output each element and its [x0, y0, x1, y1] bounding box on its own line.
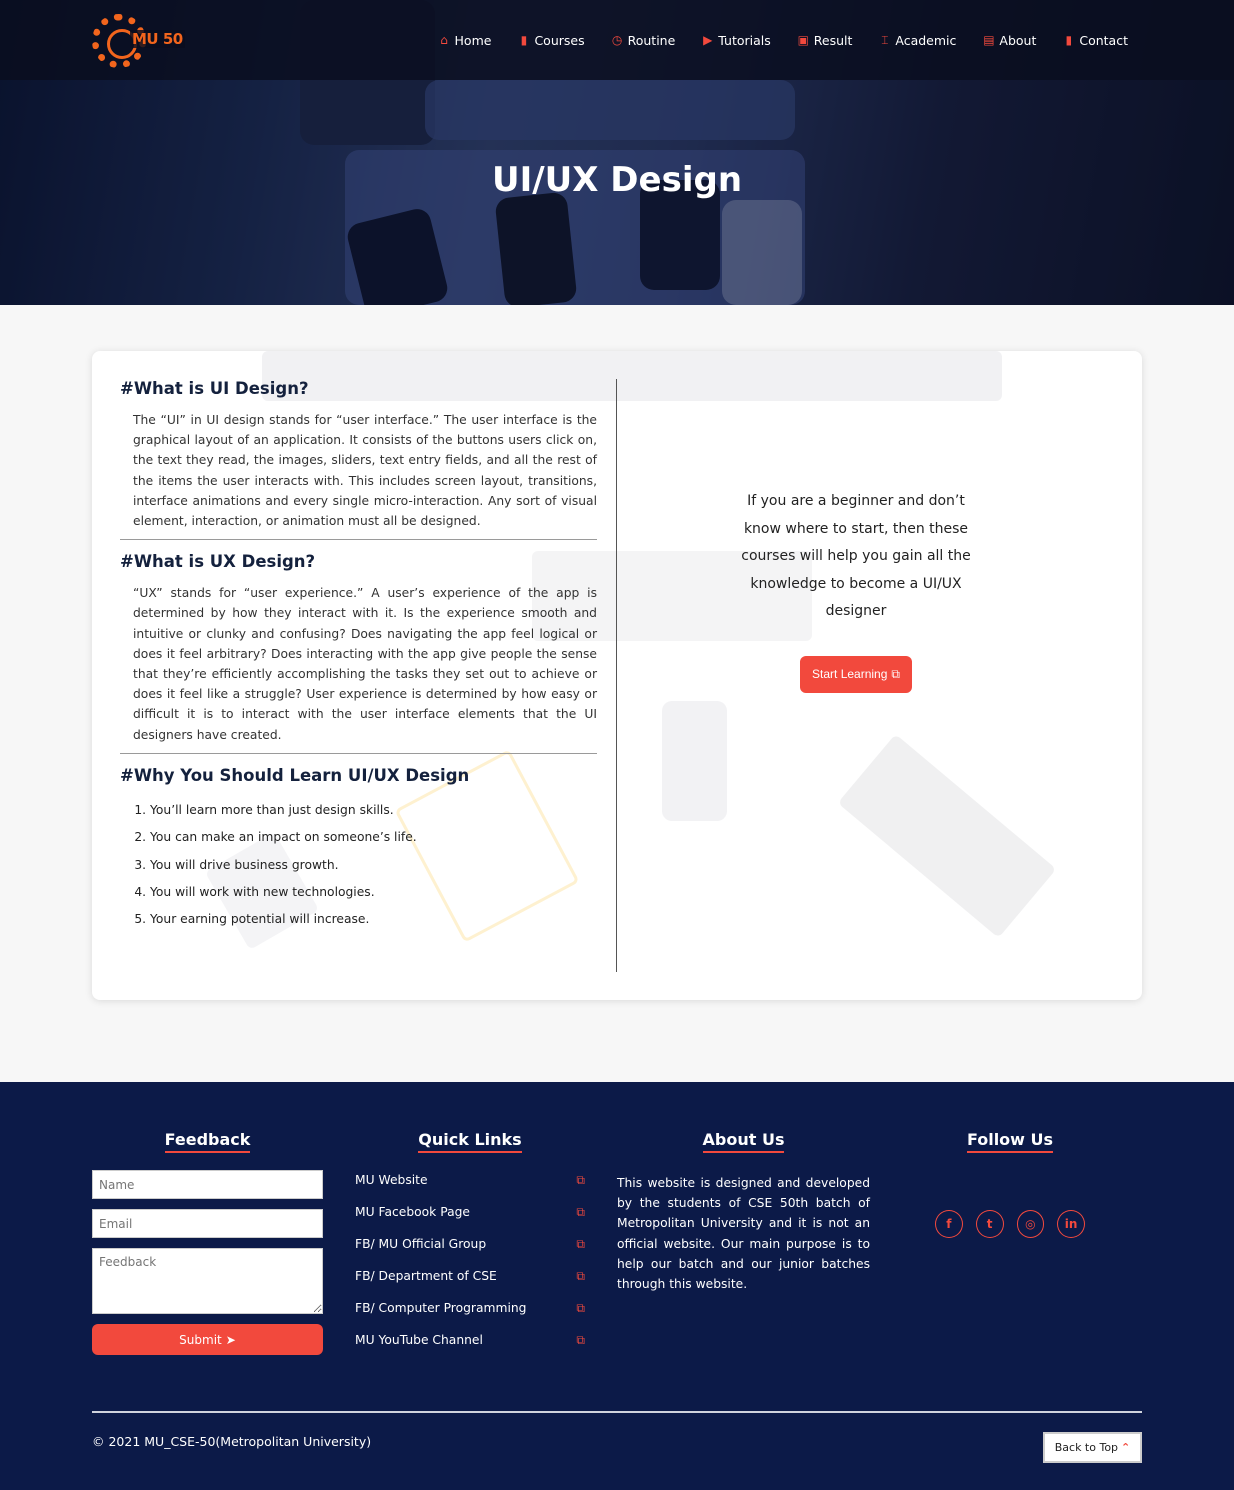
logo-text: MU 50: [130, 30, 185, 48]
chevron-up-icon: ⌃: [1121, 1441, 1131, 1454]
nav-item-routine[interactable]: ◷ Routine: [611, 32, 676, 48]
footer-divider: [92, 1411, 1142, 1413]
content-card: #What is UI Design? The “UI” in UI desig…: [92, 351, 1142, 1000]
nav-item-contact[interactable]: ▮ Contact: [1062, 33, 1128, 48]
follow-us: Follow Us f t ◎ in: [935, 1130, 1085, 1238]
quick-link[interactable]: MU Facebook Page ⧉: [355, 1205, 585, 1237]
nav-label: Tutorials: [718, 32, 771, 48]
twitter-icon[interactable]: t: [975, 1210, 1004, 1238]
quick-link[interactable]: FB/ Department of CSE ⧉: [355, 1269, 585, 1301]
facebook-icon[interactable]: f: [935, 1210, 963, 1238]
footer: Feedback Submit ➤ Quick Links MU Website…: [0, 1082, 1234, 1490]
cta-column: If you are a beginner and don’t know whe…: [732, 488, 980, 693]
video-icon: ▶: [703, 33, 713, 47]
feedback-field[interactable]: [92, 1248, 323, 1314]
why-heading: #Why You Should Learn UI/UX Design: [120, 765, 470, 785]
ui-heading: #What is UI Design?: [120, 379, 309, 398]
social-links: f t ◎ in: [935, 1210, 1085, 1238]
external-link-icon[interactable]: ⧉: [576, 1237, 585, 1269]
quick-link-label: FB/ Computer Programming: [355, 1301, 527, 1315]
result-icon: ▣: [797, 33, 809, 47]
contact-icon: ▮: [1065, 33, 1073, 47]
cta-text: If you are a beginner and don’t know whe…: [741, 493, 971, 619]
nav-item-courses[interactable]: ▮ Courses: [517, 32, 585, 48]
main-nav: ⌂ Home ▮ Courses ◷ Routine ▶ Tutorials ▣ Result ⌶ A…: [438, 0, 1128, 80]
about-text: This website is designed and developed b…: [617, 1176, 870, 1292]
about-us: About Us This website is designed and de…: [617, 1130, 870, 1294]
list-item: Your earning potential will increase.: [150, 906, 597, 933]
nav-label: Routine: [627, 32, 676, 48]
submit-label: Submit: [179, 1332, 222, 1347]
list-item: You will drive business growth.: [150, 852, 597, 879]
nav-item-result[interactable]: ▣ Result: [797, 33, 853, 48]
external-link-icon[interactable]: ⧉: [576, 1205, 585, 1237]
instagram-icon[interactable]: ◎: [1016, 1210, 1045, 1238]
email-field[interactable]: [92, 1209, 323, 1238]
section-divider: [120, 752, 597, 754]
nav-item-tutorials[interactable]: ▶ Tutorials: [701, 32, 771, 48]
copyright: © 2021 MU_CSE-50(Metropolitan University…: [92, 1434, 372, 1449]
ux-heading: #What is UX Design?: [120, 552, 316, 572]
column-divider: [616, 379, 617, 972]
list-item: You will work with new technologies.: [150, 879, 597, 906]
feedback-form: Feedback Submit ➤: [92, 1130, 323, 1355]
quick-link[interactable]: MU YouTube Channel ⧉: [355, 1333, 585, 1365]
page-title: UI/UX Design: [491, 160, 743, 200]
quick-link[interactable]: FB/ MU Official Group ⧉: [355, 1237, 585, 1269]
quick-links: Quick Links MU Website ⧉ MU Facebook Page ⧉…: [355, 1130, 585, 1365]
why-list: You’ll learn more than just design skill…: [120, 797, 597, 934]
back-to-top-label: Back to Top: [1054, 1441, 1119, 1454]
about-title: About Us: [702, 1130, 785, 1153]
building-icon: ⌶: [881, 32, 889, 47]
external-link-icon[interactable]: ⧉: [576, 1173, 585, 1205]
external-link-icon[interactable]: ⧉: [576, 1301, 585, 1333]
card-bg-shape: [662, 701, 727, 821]
book-icon: ▮: [520, 33, 528, 47]
start-learning-button[interactable]: Start Learning ⧉: [800, 655, 912, 693]
nav-item-academic[interactable]: ⌶ Academic: [878, 33, 956, 48]
list-item: You can make an impact on someone’s life…: [150, 824, 597, 851]
submit-button[interactable]: Submit ➤: [92, 1324, 323, 1355]
nav-label: Academic: [895, 32, 957, 48]
ui-paragraph: The “UI” in UI design stands for “user i…: [133, 413, 597, 529]
list-item: You’ll learn more than just design skill…: [150, 797, 597, 824]
external-link-icon: ⧉: [891, 666, 900, 681]
follow-title: Follow Us: [966, 1130, 1054, 1153]
quick-link-label: FB/ Department of CSE: [355, 1269, 497, 1283]
paper-plane-icon: ➤: [225, 1332, 236, 1347]
id-card-icon: ▤: [983, 33, 995, 47]
hero-banner: MU 50 ⌂ Home ▮ Courses ◷ Routine ▶ Tutorials ▣ Re…: [0, 0, 1234, 305]
info-column: #What is UI Design? The “UI” in UI desig…: [120, 379, 597, 934]
nav-item-about[interactable]: ▤ About: [982, 33, 1036, 48]
card-bg-shape: [837, 734, 1057, 938]
quick-link-label: MU Facebook Page: [355, 1205, 470, 1219]
quick-links-title: Quick Links: [418, 1130, 522, 1153]
back-to-top-button[interactable]: Back to Top ⌃: [1043, 1432, 1142, 1463]
external-link-icon[interactable]: ⧉: [576, 1333, 585, 1365]
ux-paragraph: “UX” stands for “user experience.” A use…: [133, 586, 597, 742]
quick-link-label: MU YouTube Channel: [355, 1333, 483, 1347]
quick-link[interactable]: MU Website ⧉: [355, 1173, 585, 1205]
external-link-icon[interactable]: ⧉: [576, 1269, 585, 1301]
navbar: MU 50 ⌂ Home ▮ Courses ◷ Routine ▶ Tutorials ▣ Re…: [0, 0, 1234, 80]
nav-label: Courses: [534, 32, 585, 48]
start-learning-label: Start Learning: [812, 667, 888, 681]
clock-icon: ◷: [611, 33, 623, 47]
nav-item-home[interactable]: ⌂ Home: [438, 32, 492, 48]
name-field[interactable]: [92, 1170, 323, 1199]
quick-link-label: FB/ MU Official Group: [355, 1237, 487, 1251]
nav-label: Result: [813, 32, 853, 48]
quick-link-label: MU Website: [355, 1173, 428, 1187]
quick-link[interactable]: FB/ Computer Programming ⧉: [355, 1301, 585, 1333]
site-logo[interactable]: MU 50: [92, 14, 192, 68]
nav-label: Home: [454, 32, 492, 48]
linkedin-icon[interactable]: in: [1057, 1210, 1085, 1238]
feedback-title: Feedback: [164, 1130, 251, 1153]
quick-links-list: MU Website ⧉ MU Facebook Page ⧉ FB/ MU Offic…: [355, 1173, 585, 1365]
home-icon: ⌂: [440, 33, 448, 47]
nav-label: About: [999, 32, 1037, 48]
section-divider: [120, 539, 597, 541]
nav-label: Contact: [1079, 32, 1128, 48]
